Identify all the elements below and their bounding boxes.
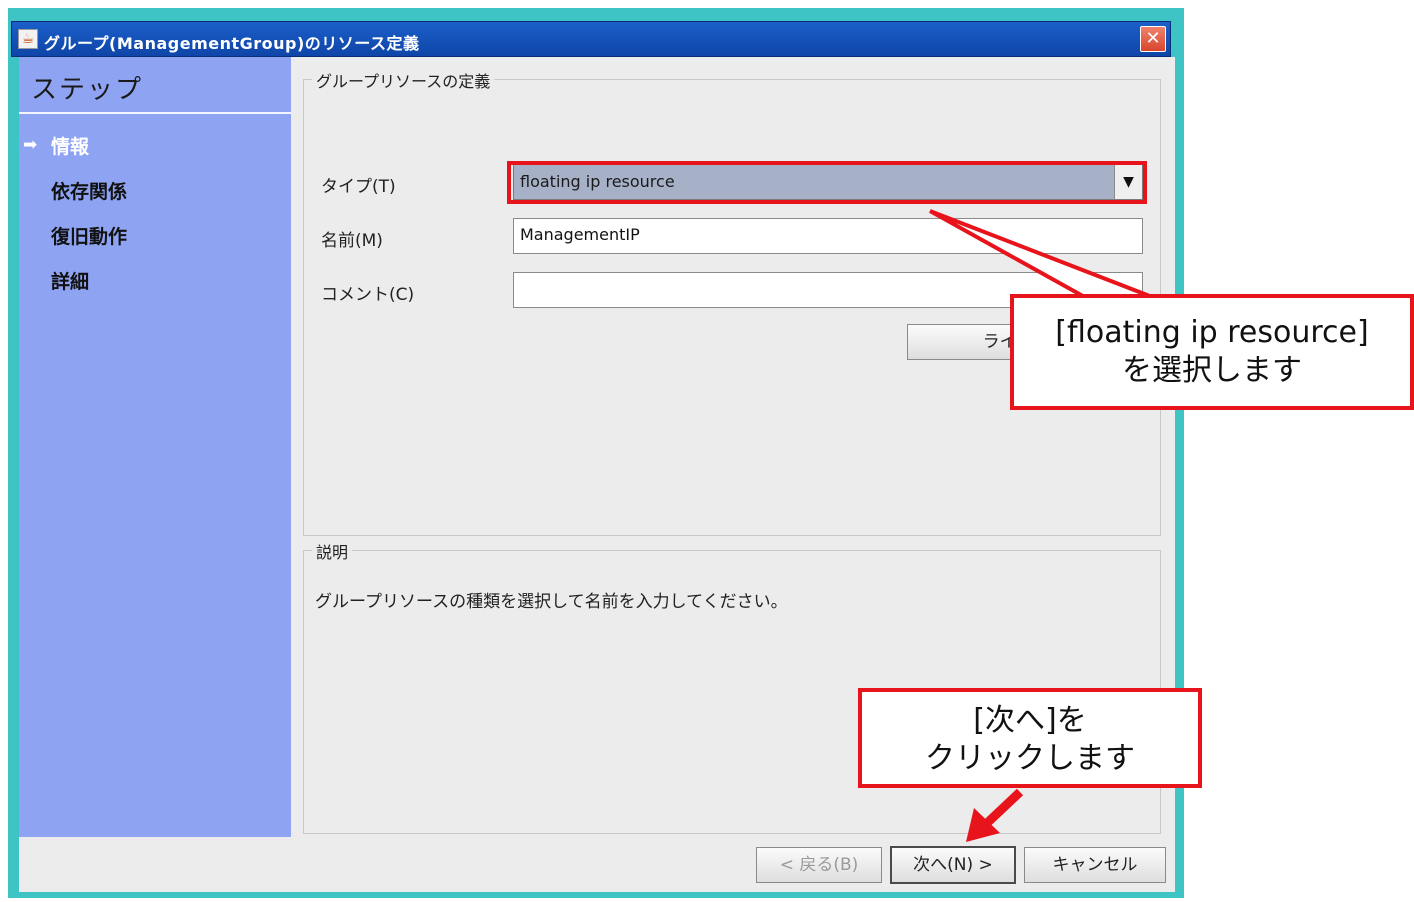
step-details: 詳細 [51, 271, 90, 293]
next-callout: [次へ]を クリックします [858, 688, 1202, 788]
type-label: タイプ(T) [321, 177, 396, 197]
close-button[interactable]: ✕ [1140, 26, 1166, 52]
cancel-button[interactable]: キャンセル [1024, 847, 1166, 883]
type-highlight-box [507, 161, 1147, 204]
name-label: 名前(M) [321, 231, 383, 251]
next-button[interactable]: 次へ(N) > [890, 846, 1016, 884]
next-callout-line1: [次へ]を [973, 703, 1087, 738]
step-info: 情報 [51, 136, 90, 158]
step-sidebar: ステップ ➡ 情報 依存関係 復旧動作 詳細 [19, 57, 291, 837]
step-recovery: 復旧動作 [51, 226, 128, 248]
comment-label: コメント(C) [321, 285, 415, 305]
name-input[interactable]: ManagementIP [513, 218, 1143, 254]
type-callout: [floating ip resource] を選択します [1010, 294, 1414, 410]
arrow-right-icon: ➡ [23, 135, 38, 155]
step-dependency: 依存関係 [51, 181, 128, 203]
type-callout-line2: を選択します [1122, 353, 1302, 388]
title-bar: ☕ グループ(ManagementGroup)のリソース定義 ✕ [11, 21, 1171, 57]
java-cup-icon: ☕ [18, 29, 38, 49]
type-callout-line1: [floating ip resource] [1055, 315, 1369, 350]
close-icon: ✕ [1145, 28, 1161, 49]
description-group-label: 説明 [312, 539, 353, 563]
definition-group-label: グループリソースの定義 [312, 68, 495, 92]
next-callout-line2: クリックします [925, 741, 1135, 776]
back-button[interactable]: < 戻る(B) [756, 847, 882, 883]
description-text: グループリソースの種類を選択して名前を入力してください。 [315, 592, 788, 612]
sidebar-title: ステップ [31, 75, 144, 105]
sidebar-divider [19, 112, 291, 114]
window-title: グループ(ManagementGroup)のリソース定義 [44, 34, 420, 53]
